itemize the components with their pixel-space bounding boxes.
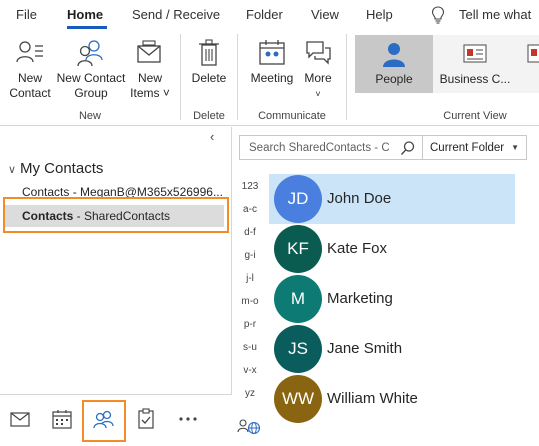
group-label-new: New [78, 110, 101, 122]
tasks-icon[interactable] [134, 407, 158, 431]
ribbon: New Contact New Contact Group New Items … [0, 30, 539, 126]
chat-bubbles-icon [306, 41, 331, 65]
chevron-down-icon: ˅ [315, 89, 321, 99]
search-icon[interactable] [400, 140, 416, 156]
calendar-icon[interactable] [50, 407, 74, 431]
more-button[interactable]: More ˅ [298, 38, 338, 102]
search-input[interactable]: Search SharedContacts - C [239, 135, 423, 160]
chevron-down-icon: ∨ [8, 164, 17, 176]
alpha-index-d-f[interactable]: d-f [233, 227, 267, 238]
contact-group-icon [77, 40, 103, 67]
contact-card[interactable]: M Marketing [269, 274, 515, 324]
new-contact-button[interactable]: New Contact [6, 38, 54, 101]
folder-pane: ‹ ∨ My Contacts Contacts - MeganB@M365x52… [0, 127, 232, 446]
alpha-index-m-o[interactable]: m-o [233, 296, 267, 307]
contact-name: Kate Fox [327, 240, 388, 257]
ribbon-separator [346, 34, 347, 120]
new-items-button[interactable]: New Items ˅ [128, 38, 172, 101]
alpha-index-p-r[interactable]: p-r [233, 319, 267, 330]
search-scope-dropdown[interactable]: Current Folder ▼ [423, 135, 527, 160]
card-icon [527, 44, 539, 63]
search-scope-value: Current Folder [430, 142, 505, 154]
ribbon-separator [180, 34, 181, 120]
tell-me-search[interactable]: Tell me what [459, 7, 531, 22]
group-label-delete: Delete [193, 110, 225, 122]
trash-icon [199, 39, 219, 66]
meeting-label: Meeting [250, 71, 294, 85]
tab-folder[interactable]: Folder [246, 7, 283, 22]
chevron-down-icon: ▼ [511, 143, 519, 152]
mail-icon[interactable] [8, 407, 32, 431]
business-card-label: Business C... [439, 72, 511, 86]
contact-card[interactable]: JS Jane Smith [269, 324, 515, 374]
avatar: JD [274, 175, 322, 223]
alpha-index-v-x[interactable]: v-x [233, 365, 267, 376]
folder-item-shared-contacts[interactable]: Contacts - SharedContacts [22, 209, 170, 223]
group-label-communicate: Communicate [258, 110, 326, 122]
contact-card[interactable]: JD John Doe [269, 174, 515, 224]
business-card-icon [463, 44, 487, 63]
language-index-icon[interactable] [237, 417, 261, 435]
avatar: KF [274, 225, 322, 273]
collapse-pane-icon[interactable]: ‹ [210, 129, 214, 144]
alpha-index-g-i[interactable]: g-i [233, 250, 267, 261]
alpha-index-123[interactable]: 123 [233, 181, 267, 192]
card-view-button-partial[interactable] [520, 40, 539, 71]
people-view-label: People [375, 72, 413, 86]
lightbulb-icon[interactable] [430, 5, 446, 25]
contact-card[interactable]: KF Kate Fox [269, 224, 515, 274]
more-icon[interactable] [176, 407, 200, 431]
contact-card[interactable]: WW William White [269, 374, 515, 424]
contact-name: William White [327, 390, 418, 407]
new-items-label: New [137, 71, 162, 85]
folder-item-bold-label: Contacts [22, 209, 74, 223]
new-contact-group-label: New Contact Group [56, 71, 126, 100]
new-contact-group-button[interactable]: New Contact Group [55, 38, 127, 101]
alpha-index-s-u[interactable]: s-u [233, 342, 267, 353]
more-label: More [304, 71, 332, 85]
my-contacts-label: My Contacts [20, 160, 104, 177]
alpha-index-j-l[interactable]: j-l [233, 273, 267, 284]
new-items-icon [137, 40, 161, 63]
avatar: JS [274, 325, 322, 373]
delete-label: Delete [191, 71, 227, 85]
ribbon-tab-strip: File Home Send / Receive Folder View Hel… [0, 0, 539, 30]
avatar: WW [274, 375, 322, 423]
alpha-index-a-c[interactable]: a-c [233, 204, 267, 215]
tab-help[interactable]: Help [366, 7, 393, 22]
delete-button[interactable]: Delete [186, 38, 232, 86]
tab-send-receive[interactable]: Send / Receive [132, 7, 220, 22]
contact-name: John Doe [327, 190, 392, 207]
business-card-view-button[interactable]: Business C... [435, 40, 515, 87]
new-contact-label: New Contact [9, 71, 51, 100]
active-tab-indicator [67, 26, 107, 29]
new-items-label-2: Items ˅ [130, 86, 170, 100]
folder-item-label: - SharedContacts [73, 209, 171, 223]
people-icon[interactable] [92, 407, 116, 431]
person-icon [383, 43, 405, 67]
tab-view[interactable]: View [311, 7, 339, 22]
ribbon-separator [237, 34, 238, 120]
contact-name: Marketing [327, 290, 393, 307]
tab-home[interactable]: Home [67, 7, 103, 22]
contact-name: Jane Smith [327, 340, 403, 357]
group-label-current-view: Current View [443, 110, 507, 122]
meeting-icon [259, 40, 285, 65]
contact-card-icon [16, 41, 43, 63]
alpha-index-yz[interactable]: yz [233, 388, 267, 399]
bottom-navigation-bar [0, 394, 232, 446]
contact-list-pane: Search SharedContacts - C Current Folder… [233, 127, 539, 446]
meeting-button[interactable]: Meeting [245, 38, 299, 86]
avatar: M [274, 275, 322, 323]
search-placeholder: Search SharedContacts - C [249, 142, 390, 154]
tab-file[interactable]: File [16, 7, 37, 22]
my-contacts-section[interactable]: ∨ My Contacts [8, 160, 103, 177]
people-view-content[interactable]: People [355, 40, 433, 87]
